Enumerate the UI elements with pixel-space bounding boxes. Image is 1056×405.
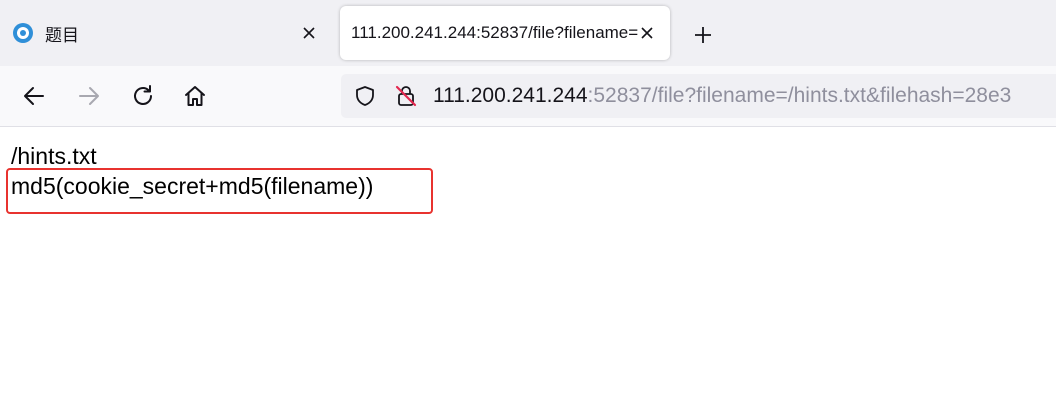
home-button[interactable] <box>181 82 209 110</box>
tab-close-icon[interactable] <box>298 22 320 44</box>
url-text[interactable]: 111.200.241.244:52837/file?filename=/hin… <box>433 84 1011 108</box>
navigation-toolbar: 111.200.241.244:52837/file?filename=/hin… <box>0 66 1056 127</box>
tab-close-icon[interactable] <box>636 22 658 44</box>
reload-button[interactable] <box>129 82 157 110</box>
forward-button[interactable] <box>75 82 103 110</box>
home-icon <box>185 86 205 106</box>
forward-icon <box>79 87 99 105</box>
site-favicon-icon <box>13 23 33 43</box>
browser-window: 题目 111.200.241.244:52837/file?filename=/… <box>0 0 1056 405</box>
page-content: /hints.txt md5(cookie_secret+md5(filenam… <box>0 127 1056 405</box>
tab-title: 题目 <box>45 25 79 45</box>
new-tab-button[interactable] <box>690 22 716 48</box>
highlight-annotation-box <box>6 168 433 214</box>
back-icon <box>24 87 44 105</box>
shield-icon[interactable] <box>353 84 377 108</box>
url-host: 111.200.241.244 <box>433 84 588 107</box>
insecure-lock-icon[interactable] <box>394 84 418 108</box>
tab-active[interactable]: 111.200.241.244:52837/file?filename=/hin… <box>340 6 670 60</box>
file-path-line: /hints.txt <box>11 143 97 169</box>
tab-strip: 题目 111.200.241.244:52837/file?filename=/… <box>0 0 1056 66</box>
tab-inactive[interactable]: 题目 <box>0 6 333 60</box>
url-path: :52837/file?filename=/hints.txt&filehash… <box>587 84 1012 107</box>
back-button[interactable] <box>20 82 48 110</box>
reload-icon <box>134 85 152 105</box>
tab-title: 111.200.241.244:52837/file?filename=/hin… <box>351 23 638 42</box>
url-bar[interactable]: 111.200.241.244:52837/file?filename=/hin… <box>341 74 1056 118</box>
